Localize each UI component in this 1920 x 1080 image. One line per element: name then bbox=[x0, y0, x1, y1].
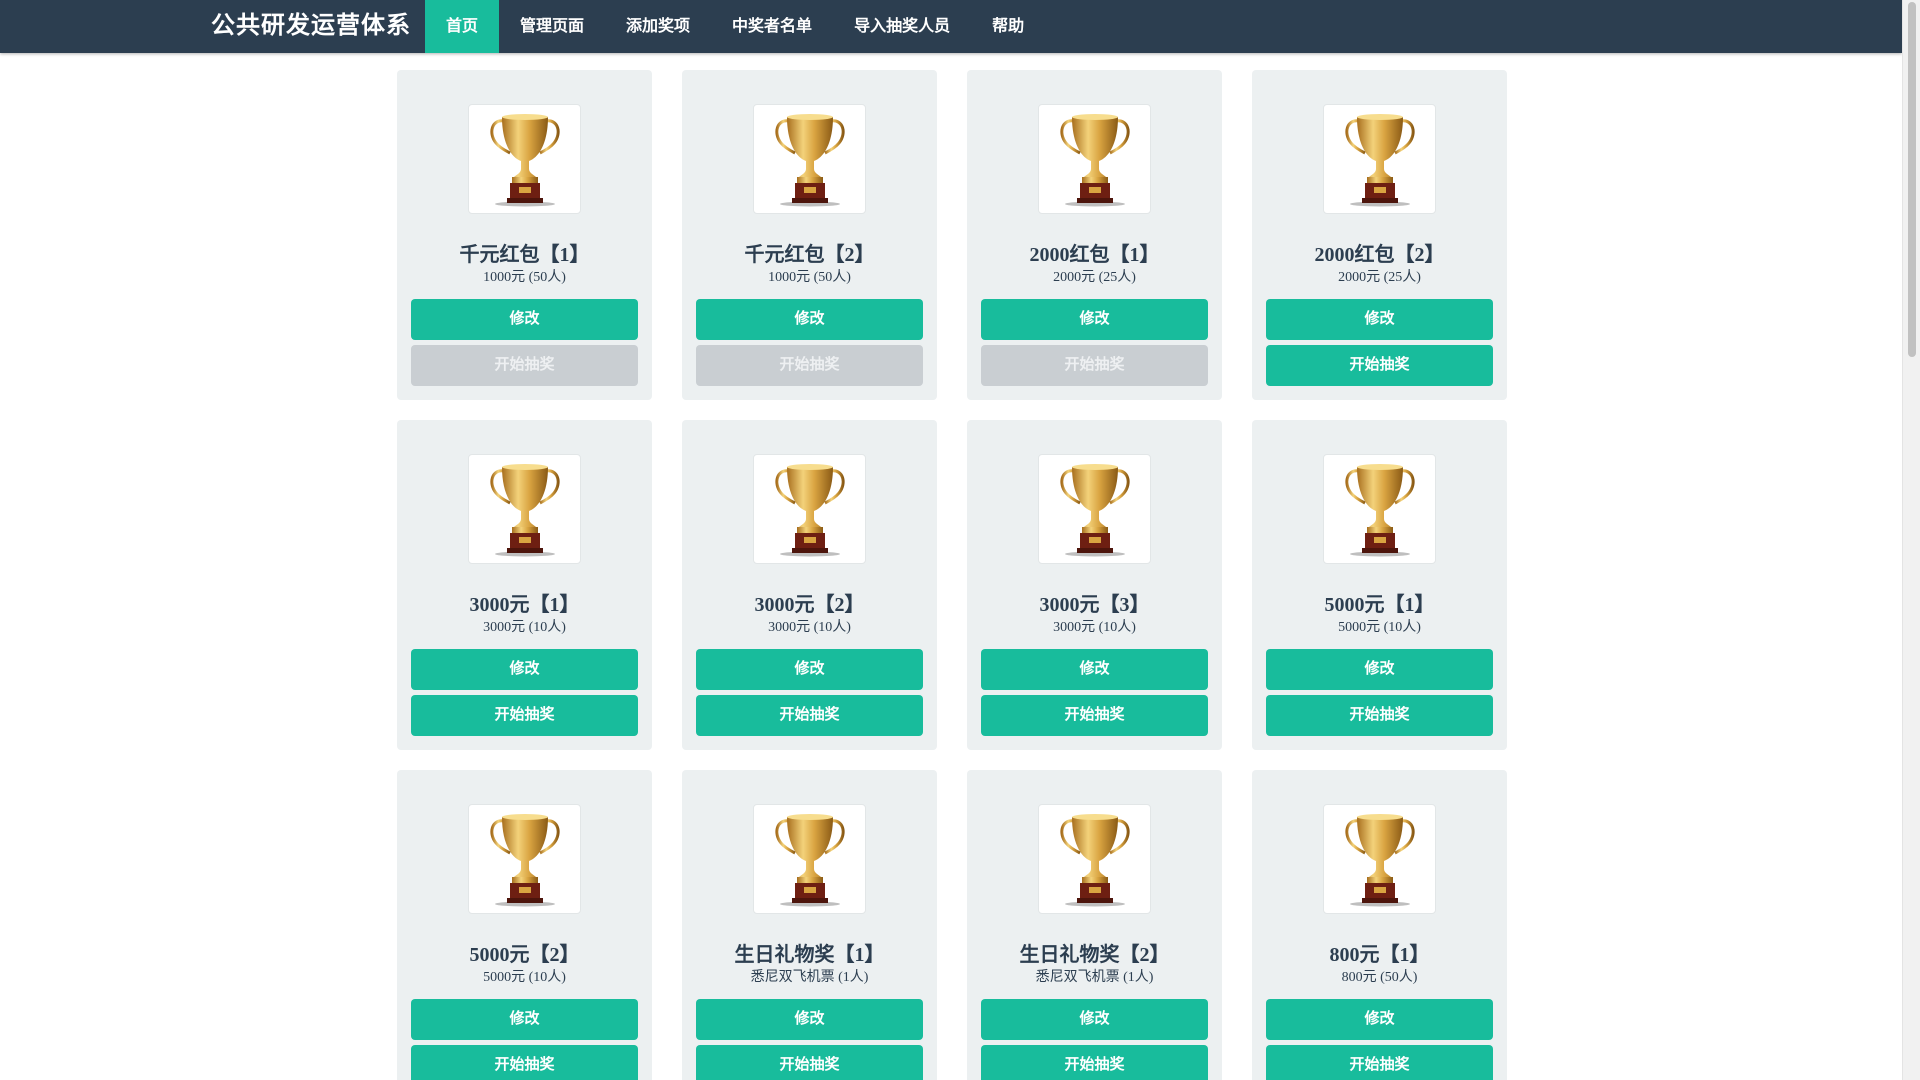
prize-title: 3000元【3】 bbox=[1039, 594, 1150, 616]
prize-image bbox=[1038, 454, 1151, 564]
trophy-icon bbox=[489, 464, 560, 557]
nav-item-winners[interactable]: 中奖者名单 bbox=[711, 0, 833, 53]
start-draw-button: 开始抽奖 bbox=[696, 345, 923, 386]
prize-card: 2000红包【1】 2000元 (25人) 修改 开始抽奖 bbox=[967, 70, 1222, 400]
edit-button[interactable]: 修改 bbox=[411, 999, 638, 1040]
nav-item-home[interactable]: 首页 bbox=[425, 0, 500, 53]
prize-image bbox=[753, 104, 866, 214]
prize-card: 生日礼物奖【2】 悉尼双飞机票 (1人) 修改 开始抽奖 bbox=[967, 770, 1222, 1080]
prize-image bbox=[753, 804, 866, 914]
trophy-icon bbox=[489, 114, 560, 207]
nav-item-add-prize[interactable]: 添加奖项 bbox=[605, 0, 711, 53]
prize-card: 5000元【1】 5000元 (10人) 修改 开始抽奖 bbox=[1252, 420, 1507, 750]
prize-title: 5000元【1】 bbox=[1324, 594, 1435, 616]
trophy-icon bbox=[774, 114, 845, 207]
prize-image bbox=[1323, 804, 1436, 914]
prize-image bbox=[468, 104, 581, 214]
prize-card: 2000红包【2】 2000元 (25人) 修改 开始抽奖 bbox=[1252, 70, 1507, 400]
start-draw-button: 开始抽奖 bbox=[981, 345, 1208, 386]
trophy-icon bbox=[774, 464, 845, 557]
edit-button[interactable]: 修改 bbox=[1266, 649, 1493, 690]
trophy-icon bbox=[774, 814, 845, 907]
edit-button[interactable]: 修改 bbox=[1266, 999, 1493, 1040]
prize-title: 5000元【2】 bbox=[469, 944, 580, 966]
top-navbar: 公共研发运营体系 首页 管理页面 添加奖项 中奖者名单 导入抽奖人员 帮助 bbox=[0, 0, 1902, 53]
prize-title: 800元【1】 bbox=[1329, 944, 1430, 966]
prize-subtitle: 3000元 (10人) bbox=[1053, 620, 1136, 635]
prize-title: 2000红包【2】 bbox=[1314, 244, 1445, 266]
prize-image bbox=[1038, 804, 1151, 914]
prize-subtitle: 800元 (50人) bbox=[1341, 970, 1418, 985]
start-draw-button[interactable]: 开始抽奖 bbox=[1266, 695, 1493, 736]
trophy-icon bbox=[1059, 114, 1130, 207]
prize-title: 3000元【1】 bbox=[469, 594, 580, 616]
start-draw-button[interactable]: 开始抽奖 bbox=[1266, 345, 1493, 386]
prize-subtitle: 2000元 (25人) bbox=[1053, 270, 1136, 285]
prize-image bbox=[753, 454, 866, 564]
prize-subtitle: 悉尼双飞机票 (1人) bbox=[750, 970, 869, 985]
prize-image bbox=[1323, 104, 1436, 214]
edit-button[interactable]: 修改 bbox=[981, 299, 1208, 340]
brand-title[interactable]: 公共研发运营体系 bbox=[211, 0, 411, 53]
start-draw-button[interactable]: 开始抽奖 bbox=[696, 1045, 923, 1080]
edit-button[interactable]: 修改 bbox=[981, 999, 1208, 1040]
start-draw-button[interactable]: 开始抽奖 bbox=[981, 695, 1208, 736]
prize-grid: 千元红包【1】 1000元 (50人) 修改 开始抽奖 千元红包【2】 1000… bbox=[397, 70, 1507, 1080]
prize-image bbox=[468, 454, 581, 564]
edit-button[interactable]: 修改 bbox=[696, 999, 923, 1040]
prize-subtitle: 悉尼双飞机票 (1人) bbox=[1035, 970, 1154, 985]
prize-title: 2000红包【1】 bbox=[1029, 244, 1160, 266]
prize-card: 5000元【2】 5000元 (10人) 修改 开始抽奖 bbox=[397, 770, 652, 1080]
page-scrollbar[interactable] bbox=[1902, 0, 1920, 1080]
trophy-icon bbox=[489, 814, 560, 907]
prize-image bbox=[1323, 454, 1436, 564]
prize-title: 生日礼物奖【2】 bbox=[1019, 944, 1170, 966]
edit-button[interactable]: 修改 bbox=[411, 649, 638, 690]
nav-item-admin[interactable]: 管理页面 bbox=[499, 0, 605, 53]
prize-card: 千元红包【2】 1000元 (50人) 修改 开始抽奖 bbox=[682, 70, 937, 400]
prize-card: 3000元【2】 3000元 (10人) 修改 开始抽奖 bbox=[682, 420, 937, 750]
prize-subtitle: 5000元 (10人) bbox=[483, 970, 566, 985]
prize-card: 3000元【1】 3000元 (10人) 修改 开始抽奖 bbox=[397, 420, 652, 750]
edit-button[interactable]: 修改 bbox=[696, 649, 923, 690]
start-draw-button[interactable]: 开始抽奖 bbox=[981, 1045, 1208, 1080]
edit-button[interactable]: 修改 bbox=[411, 299, 638, 340]
nav-item-import[interactable]: 导入抽奖人员 bbox=[833, 0, 971, 53]
prize-subtitle: 2000元 (25人) bbox=[1338, 270, 1421, 285]
start-draw-button[interactable]: 开始抽奖 bbox=[411, 1045, 638, 1080]
main-nav: 首页 管理页面 添加奖项 中奖者名单 导入抽奖人员 帮助 bbox=[425, 0, 1045, 53]
prize-card: 3000元【3】 3000元 (10人) 修改 开始抽奖 bbox=[967, 420, 1222, 750]
trophy-icon bbox=[1059, 814, 1130, 907]
prize-card: 生日礼物奖【1】 悉尼双飞机票 (1人) 修改 开始抽奖 bbox=[682, 770, 937, 1080]
edit-button[interactable]: 修改 bbox=[1266, 299, 1493, 340]
trophy-icon bbox=[1344, 114, 1415, 207]
nav-item-help[interactable]: 帮助 bbox=[971, 0, 1045, 53]
prize-subtitle: 1000元 (50人) bbox=[768, 270, 851, 285]
prize-subtitle: 1000元 (50人) bbox=[483, 270, 566, 285]
prize-title: 千元红包【2】 bbox=[744, 244, 875, 266]
start-draw-button[interactable]: 开始抽奖 bbox=[696, 695, 923, 736]
trophy-icon bbox=[1344, 464, 1415, 557]
prize-image bbox=[1038, 104, 1151, 214]
prize-title: 千元红包【1】 bbox=[459, 244, 590, 266]
prize-subtitle: 3000元 (10人) bbox=[483, 620, 566, 635]
prize-title: 生日礼物奖【1】 bbox=[734, 944, 885, 966]
prize-title: 3000元【2】 bbox=[754, 594, 865, 616]
prize-image bbox=[468, 804, 581, 914]
prize-subtitle: 3000元 (10人) bbox=[768, 620, 851, 635]
edit-button[interactable]: 修改 bbox=[696, 299, 923, 340]
start-draw-button[interactable]: 开始抽奖 bbox=[1266, 1045, 1493, 1080]
prize-card: 800元【1】 800元 (50人) 修改 开始抽奖 bbox=[1252, 770, 1507, 1080]
edit-button[interactable]: 修改 bbox=[981, 649, 1208, 690]
start-draw-button: 开始抽奖 bbox=[411, 345, 638, 386]
prize-subtitle: 5000元 (10人) bbox=[1338, 620, 1421, 635]
scrollbar-thumb[interactable] bbox=[1908, 2, 1916, 357]
prize-card: 千元红包【1】 1000元 (50人) 修改 开始抽奖 bbox=[397, 70, 652, 400]
trophy-icon bbox=[1059, 464, 1130, 557]
trophy-icon bbox=[1344, 814, 1415, 907]
start-draw-button[interactable]: 开始抽奖 bbox=[411, 695, 638, 736]
